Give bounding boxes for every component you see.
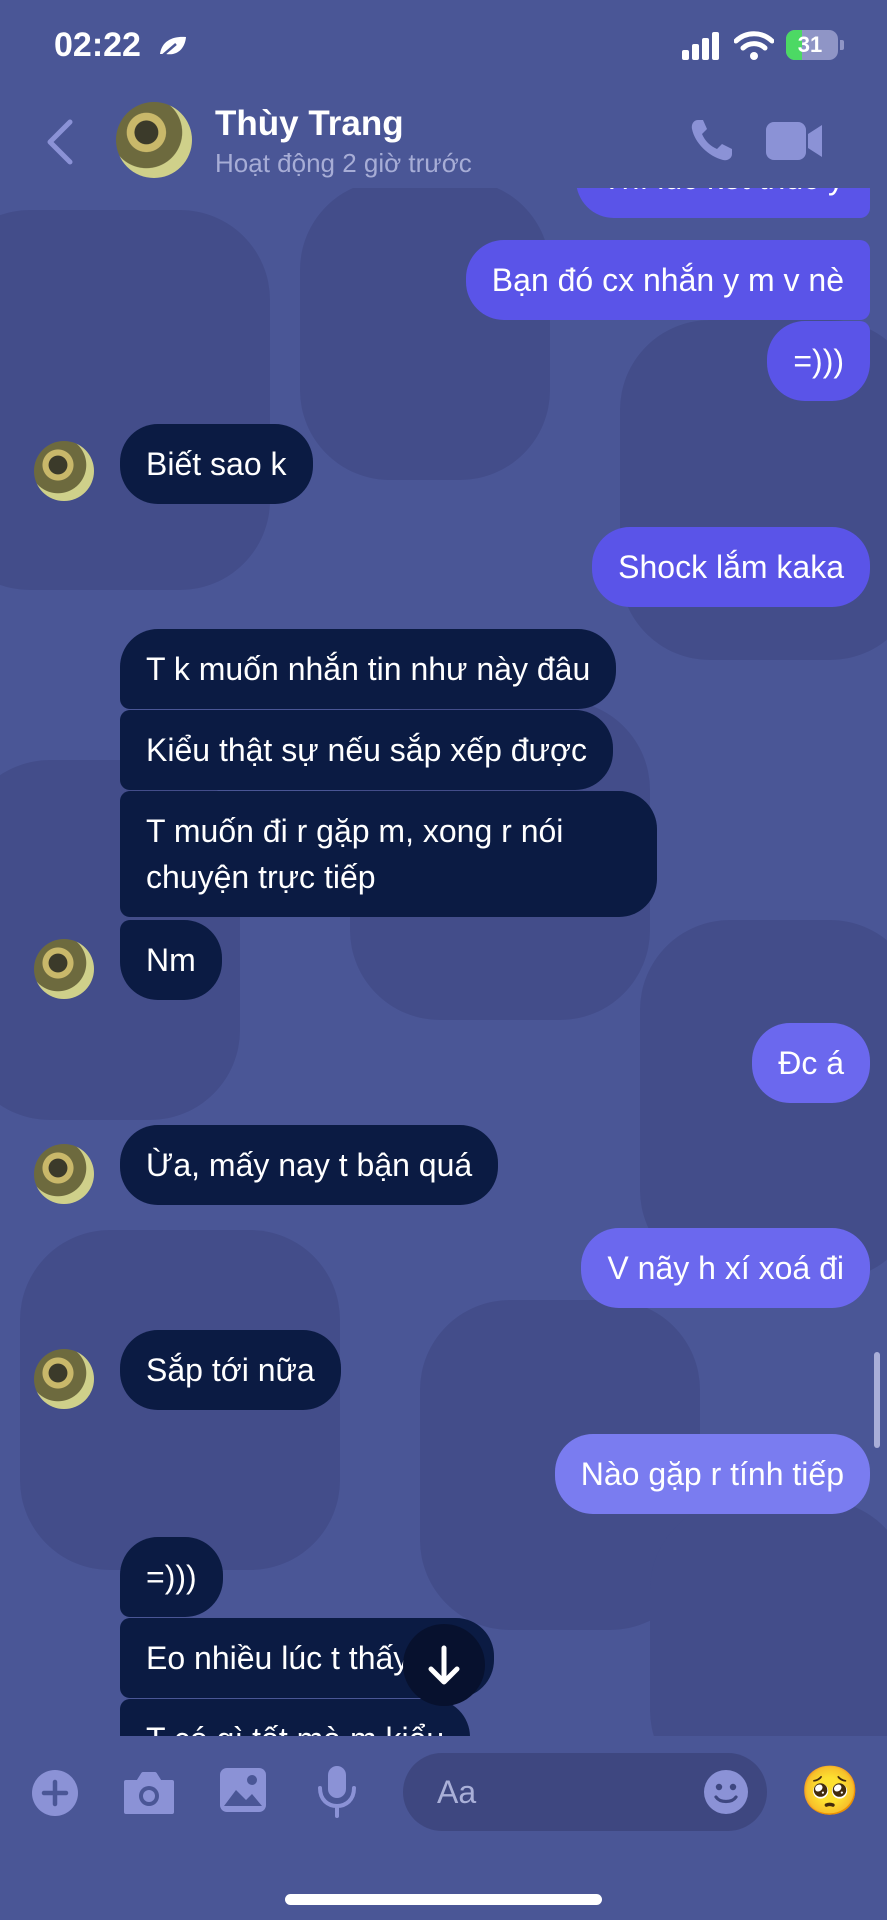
plus-icon[interactable]: [30, 1768, 80, 1818]
status-time: 02:22: [54, 26, 141, 64]
back-icon[interactable]: [40, 116, 80, 168]
home-indicator: [285, 1894, 602, 1905]
message-outgoing[interactable]: V nãy h xí xoá đi: [581, 1228, 870, 1308]
gallery-icon[interactable]: [218, 1766, 268, 1814]
battery-level: 31: [797, 32, 823, 57]
video-icon[interactable]: [766, 120, 824, 162]
battery-tip: [840, 40, 844, 50]
contact-avatar-small[interactable]: [34, 939, 94, 999]
status-bar: 02:22 31: [0, 0, 887, 96]
message-input-field[interactable]: [403, 1753, 767, 1831]
signal-icon: [682, 32, 719, 60]
message-input[interactable]: [437, 1771, 687, 1813]
contact-avatar[interactable]: [116, 102, 192, 178]
message-line: chuyện trực tiếp: [146, 859, 376, 895]
phone-icon[interactable]: [688, 116, 736, 164]
wifi-icon: [734, 31, 774, 60]
smile-icon[interactable]: [703, 1769, 749, 1815]
message-incoming[interactable]: Nm: [120, 920, 222, 1000]
message-outgoing[interactable]: Đc á: [752, 1023, 870, 1103]
message-incoming[interactable]: T muốn đi r gặp m, xong r nói chuyện trự…: [120, 791, 657, 917]
message-incoming[interactable]: =))): [120, 1537, 223, 1617]
mic-icon[interactable]: [315, 1764, 359, 1818]
message-outgoing[interactable]: Thì lúc kết thúc ý: [576, 188, 870, 218]
contact-avatar-small[interactable]: [34, 1349, 94, 1409]
arrow-down-icon: [428, 1645, 460, 1685]
contact-avatar-small[interactable]: [34, 441, 94, 501]
contact-avatar-small[interactable]: [34, 1144, 94, 1204]
message-incoming[interactable]: Ừa, mấy nay t bận quá: [120, 1125, 499, 1205]
message-outgoing[interactable]: =))): [767, 321, 870, 401]
message-list[interactable]: Thì lúc kết thúc ý Bạn đó cx nhắn y m v …: [0, 188, 887, 1736]
message-incoming[interactable]: T k muốn nhắn tin như này đâu: [120, 629, 617, 709]
camera-icon[interactable]: [122, 1770, 176, 1816]
message-incoming[interactable]: Biết sao k: [120, 424, 313, 504]
message-incoming[interactable]: Kiểu thật sự nếu sắp xếp được: [120, 710, 613, 790]
composer-bar: 🥺: [0, 1736, 887, 1920]
scroll-to-bottom-button[interactable]: [403, 1624, 485, 1706]
contact-name[interactable]: Thùy Trang: [215, 104, 404, 144]
message-outgoing[interactable]: Nào gặp r tính tiếp: [554, 1434, 870, 1514]
message-outgoing[interactable]: Shock lắm kaka: [592, 527, 870, 607]
focus-leaf-icon: [160, 36, 186, 57]
message-line: T muốn đi r gặp m, xong r nói: [146, 813, 564, 849]
message-incoming[interactable]: Sắp tới nữa: [120, 1330, 341, 1410]
message-outgoing[interactable]: Bạn đó cx nhắn y m v nè: [465, 240, 870, 320]
quick-emoji-button[interactable]: 🥺: [800, 1766, 860, 1818]
contact-status: Hoạt động 2 giờ trước: [215, 148, 472, 178]
scrollbar[interactable]: [874, 1352, 880, 1448]
battery-icon: 31: [786, 30, 838, 60]
chat-header: Thùy Trang Hoạt động 2 giờ trước: [0, 96, 887, 188]
